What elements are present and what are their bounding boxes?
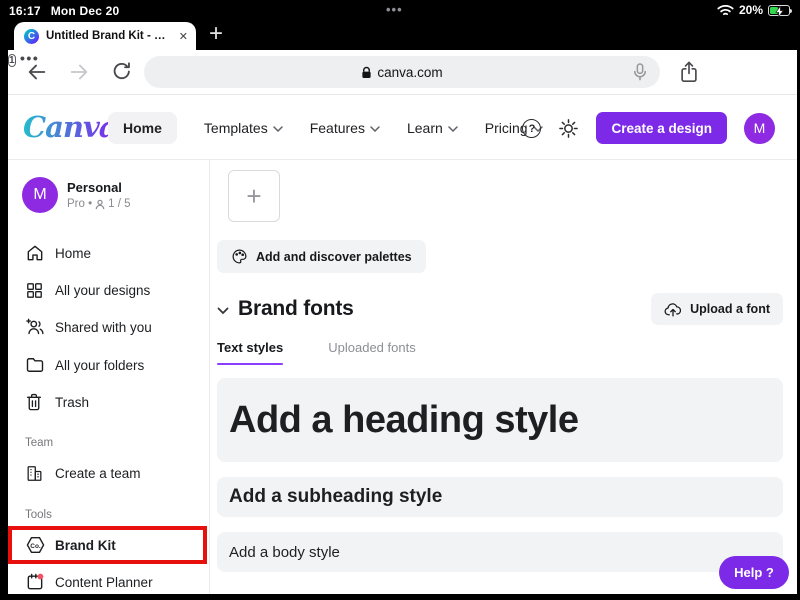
microphone-icon[interactable] — [632, 63, 648, 81]
member-icon — [95, 199, 105, 210]
app-body: M Personal Pro • 1 / 5 Home All your des… — [8, 160, 797, 594]
battery-icon — [768, 5, 790, 16]
forward-button-icon[interactable] — [68, 61, 90, 83]
team-building-icon — [25, 464, 46, 483]
browser-tab[interactable]: Untitled Brand Kit - Canv ✕ — [14, 22, 196, 50]
brand-fonts-title-group[interactable]: Brand fonts — [217, 297, 354, 321]
nav-learn[interactable]: Learn — [407, 120, 458, 136]
sidebar-item-brand-kit[interactable]: Co. Brand Kit — [8, 531, 210, 559]
nav-features[interactable]: Features — [310, 120, 380, 136]
member-count: 1 / 5 — [108, 198, 130, 210]
tab-close-icon[interactable]: ✕ — [179, 30, 188, 43]
sidebar-item-all-your-folders[interactable]: All your folders — [8, 351, 210, 379]
brand-fonts-header: Brand fonts Upload a font — [217, 292, 790, 328]
canva-logo[interactable]: Canva — [23, 110, 117, 144]
shared-people-icon — [25, 318, 46, 337]
palette-icon — [231, 248, 248, 265]
main-content: + Add and discover palettes Brand fonts … — [210, 160, 797, 594]
gear-icon[interactable] — [558, 118, 579, 139]
profile-avatar: M — [22, 177, 58, 213]
sidebar-item-home[interactable]: Home — [8, 239, 210, 267]
add-heading-style-row[interactable]: Add a heading style — [217, 378, 783, 462]
share-icon[interactable] — [678, 60, 700, 85]
url-text: canva.com — [377, 65, 442, 80]
tab-bar: Untitled Brand Kit - Canv ✕ + — [0, 22, 800, 50]
tab-text-styles[interactable]: Text styles — [217, 340, 283, 365]
new-tab-button[interactable]: + — [202, 20, 230, 48]
sidebar-item-shared-with-you[interactable]: Shared with you — [8, 313, 210, 341]
nav-home[interactable]: Home — [108, 112, 177, 144]
sidebar-item-trash[interactable]: Trash — [8, 388, 210, 416]
sidebar-item-content-planner[interactable]: Content Planner — [8, 568, 210, 594]
wifi-icon — [717, 4, 734, 17]
sidebar: M Personal Pro • 1 / 5 Home All your des… — [8, 160, 210, 594]
browser-toolbar: canva.com 1 ••• — [8, 50, 797, 95]
section-label-tools: Tools — [25, 509, 52, 521]
tab-uploaded-fonts[interactable]: Uploaded fonts — [328, 340, 415, 365]
content-planner-calendar-icon — [25, 572, 46, 592]
tab-overview-icon[interactable]: 1 — [8, 54, 16, 67]
add-body-style-row[interactable]: Add a body style — [217, 532, 783, 572]
brand-kit-hexagon-icon: Co. — [25, 535, 46, 555]
tab-title: Untitled Brand Kit - Canv — [46, 30, 172, 42]
header-actions: ? Create a design M — [522, 96, 775, 160]
svg-text:Co.: Co. — [30, 543, 41, 550]
folder-icon — [25, 356, 46, 374]
status-time: 16:17 — [9, 4, 41, 18]
cloud-upload-icon — [664, 302, 682, 317]
canva-favicon-icon — [24, 29, 39, 44]
help-button[interactable]: Help ? — [719, 556, 789, 589]
profile-name: Personal — [67, 180, 131, 195]
designs-grid-icon — [25, 281, 46, 300]
add-palette-button[interactable]: + — [228, 170, 280, 222]
collapse-chevron-icon[interactable] — [217, 307, 229, 315]
address-bar[interactable]: canva.com — [144, 56, 660, 88]
home-icon — [25, 243, 46, 263]
upload-font-button[interactable]: Upload a font — [651, 293, 783, 325]
canva-header: Canva Home Templates Features Learn Pric… — [8, 96, 797, 160]
discover-palettes-button[interactable]: Add and discover palettes — [217, 240, 426, 273]
main-nav: Home Templates Features Learn Pricing — [108, 96, 543, 160]
reload-button-icon[interactable] — [111, 61, 133, 83]
section-label-team: Team — [25, 437, 53, 449]
multitask-dots-icon: ••• — [386, 2, 403, 17]
create-design-button[interactable]: Create a design — [596, 112, 727, 144]
sidebar-item-create-a-team[interactable]: Create a team — [8, 459, 210, 487]
status-indicators: 20% — [717, 3, 790, 17]
profile-switcher[interactable]: M Personal Pro • 1 / 5 — [22, 177, 131, 213]
back-button-icon[interactable] — [26, 61, 48, 83]
status-date: Mon Dec 20 — [51, 4, 120, 18]
profile-plan: Pro • 1 / 5 — [67, 198, 131, 210]
battery-percent: 20% — [739, 3, 763, 17]
help-icon[interactable]: ? — [522, 119, 541, 138]
chevron-down-icon — [448, 126, 458, 132]
status-bar: 16:17 Mon Dec 20 ••• 20% — [0, 0, 800, 22]
browser-window: canva.com 1 ••• Canva Home Templates Fea… — [8, 50, 797, 594]
brand-fonts-title: Brand fonts — [238, 297, 354, 321]
add-subheading-style-row[interactable]: Add a subheading style — [217, 477, 783, 517]
trash-icon — [25, 393, 46, 412]
status-time-date: 16:17 Mon Dec 20 — [9, 4, 119, 18]
brand-fonts-tabs: Text styles Uploaded fonts — [217, 340, 416, 365]
chevron-down-icon — [273, 126, 283, 132]
user-avatar[interactable]: M — [744, 113, 775, 144]
chevron-down-icon — [370, 126, 380, 132]
sidebar-item-all-your-designs[interactable]: All your designs — [8, 276, 210, 304]
lock-icon — [361, 66, 372, 79]
nav-templates[interactable]: Templates — [204, 120, 283, 136]
